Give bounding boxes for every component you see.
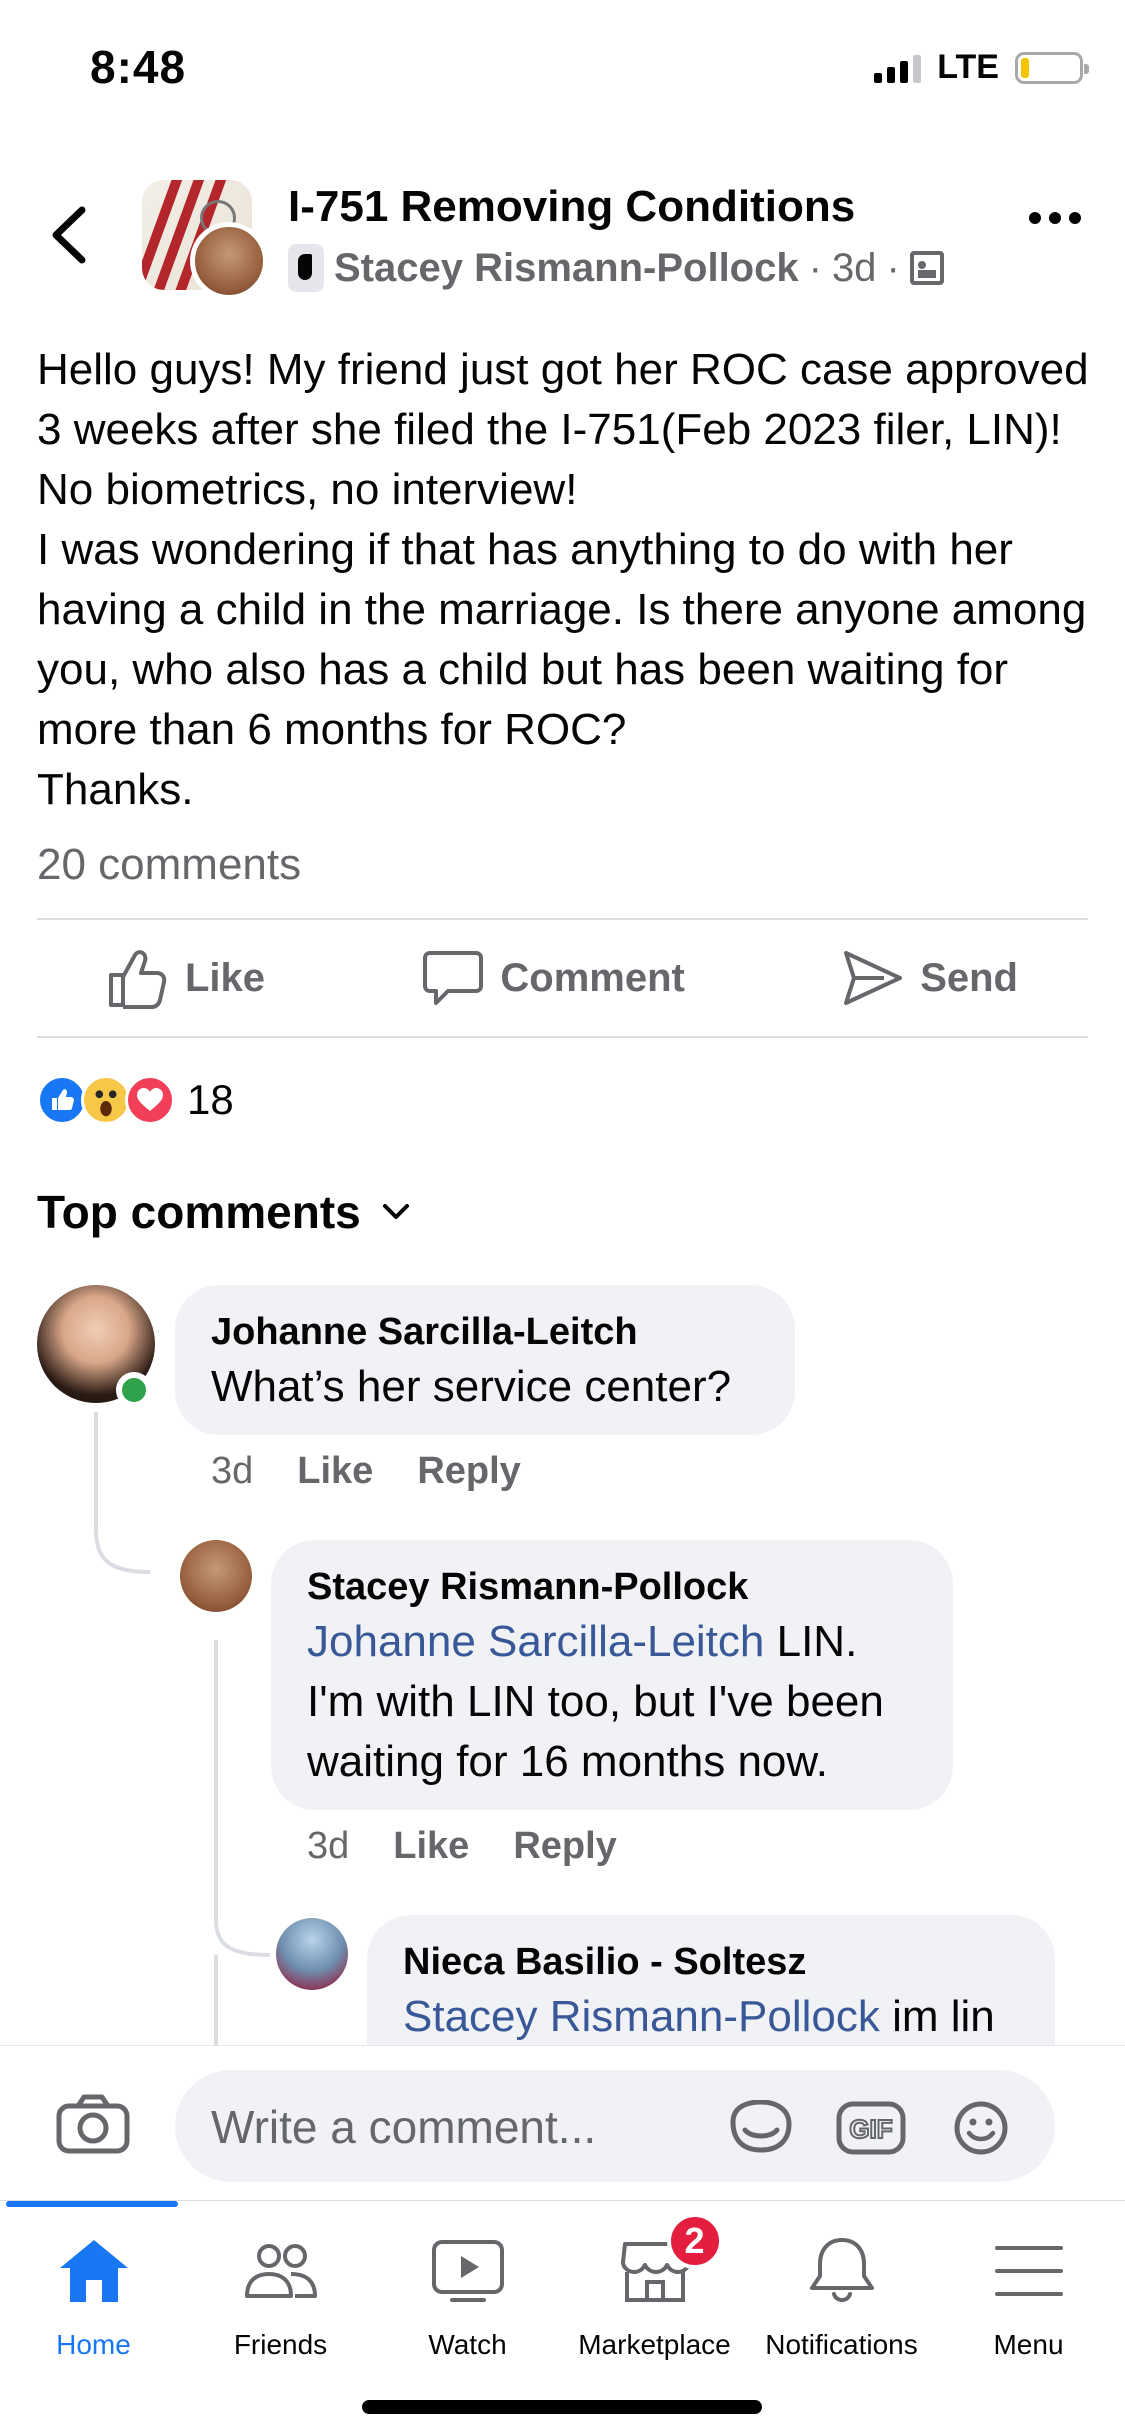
bell-icon <box>802 2231 882 2311</box>
comment-reply-button[interactable]: Reply <box>417 1450 520 1493</box>
comment-age: 3d <box>211 1450 254 1492</box>
tab-home[interactable]: Home <box>0 2231 187 2381</box>
notification-badge: 2 <box>666 2213 723 2269</box>
comment-author[interactable]: Stacey Rismann-Pollock <box>307 1562 917 1612</box>
tab-label: Notifications <box>765 2329 918 2360</box>
tab-menu[interactable]: Menu <box>935 2231 1122 2381</box>
tab-label: Menu <box>993 2329 1064 2360</box>
gif-icon[interactable]: GIF <box>835 2100 907 2156</box>
watch-icon <box>428 2231 508 2311</box>
home-icon <box>54 2231 134 2311</box>
comment-text: Stacey Rismann-Pollock im lin <box>403 1987 1019 2047</box>
comment-text: What’s her service center? <box>211 1362 732 1411</box>
tab-watch[interactable]: Watch <box>374 2231 561 2381</box>
comment-bubble[interactable]: Johanne Sarcilla-Leitch What’s her servi… <box>175 1285 795 1435</box>
active-tab-indicator <box>6 2201 178 2207</box>
comment-reply-button[interactable]: Reply <box>513 1825 616 1868</box>
comment-text-line: I'm with LIN too, but I've been <box>307 1677 884 1726</box>
comment-actions: 3d Like Reply <box>307 1825 617 1868</box>
comment-bubble[interactable]: Stacey Rismann-Pollock Johanne Sarcilla-… <box>271 1540 953 1810</box>
comment-like-button[interactable]: Like <box>297 1450 373 1493</box>
friends-icon <box>241 2231 321 2311</box>
comment-author[interactable]: Nieca Basilio - Soltesz <box>403 1937 1019 1987</box>
avatar-sticker-icon[interactable] <box>725 2100 797 2156</box>
emoji-icon[interactable] <box>945 2100 1017 2156</box>
comment-author[interactable]: Johanne Sarcilla-Leitch <box>211 1307 759 1357</box>
comment-age: 3d <box>307 1825 350 1867</box>
marketplace-icon: 2 <box>615 2213 723 2311</box>
commenter-avatar[interactable] <box>180 1540 252 1612</box>
tab-notifications[interactable]: Notifications <box>748 2231 935 2381</box>
tab-label: Home <box>56 2329 131 2360</box>
online-status-indicator <box>116 1372 152 1408</box>
home-indicator <box>362 2400 762 2414</box>
comment-actions: 3d Like Reply <box>211 1450 521 1493</box>
comment-input-placeholder: Write a comment... <box>211 2101 597 2153</box>
tab-label: Watch <box>428 2329 507 2360</box>
comment-composer: Write a comment... GIF <box>0 2045 1125 2200</box>
comment-mention[interactable]: Stacey Rismann-Pollock <box>403 1992 880 2041</box>
comment-like-button[interactable]: Like <box>393 1825 469 1868</box>
tab-friends[interactable]: Friends <box>187 2231 374 2381</box>
svg-text:GIF: GIF <box>849 2114 892 2144</box>
comment-text: Johanne Sarcilla-Leitch LIN. <box>307 1612 917 1672</box>
tab-label: Friends <box>233 2329 328 2360</box>
menu-icon <box>989 2231 1069 2311</box>
comment-mention[interactable]: Johanne Sarcilla-Leitch <box>307 1617 764 1666</box>
comment-text-fragment: im lin <box>879 1992 995 2041</box>
tab-label: Marketplace <box>578 2329 731 2360</box>
comment-text-line: waiting for 16 months now. <box>307 1737 828 1786</box>
commenter-avatar[interactable] <box>276 1918 348 1990</box>
tab-marketplace[interactable]: 2 Marketplace <box>561 2213 748 2381</box>
comment-input[interactable]: Write a comment... GIF <box>175 2070 1055 2182</box>
comment-text-fragment: LIN. <box>764 1617 858 1666</box>
camera-icon[interactable] <box>56 2094 130 2154</box>
